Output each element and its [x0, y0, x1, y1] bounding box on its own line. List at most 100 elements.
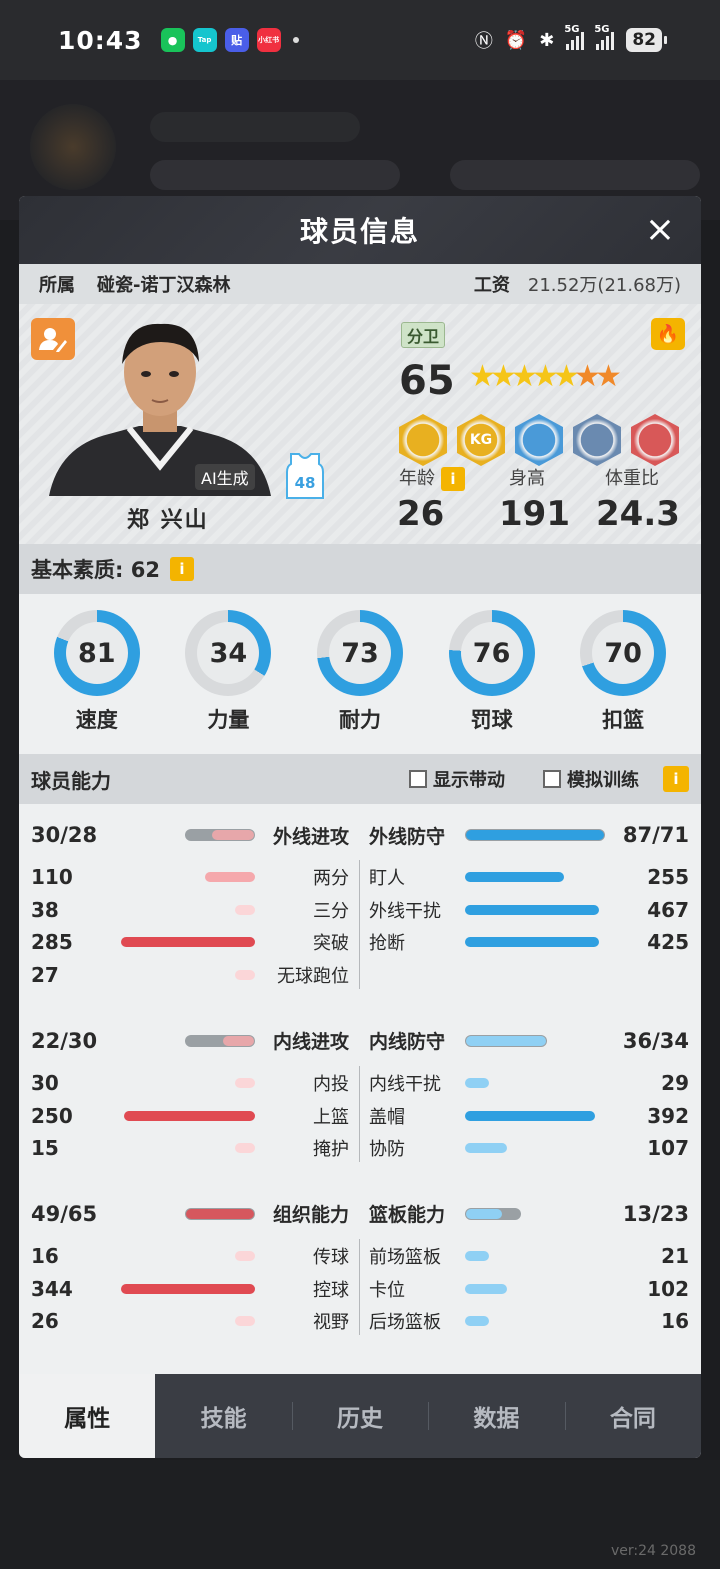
sim-training-checkbox[interactable]: 模拟训练	[543, 766, 639, 792]
blue-badge-icon[interactable]	[515, 414, 563, 466]
left-group-value: 22/30	[31, 1028, 98, 1053]
gauge-label: 罚球	[470, 708, 513, 732]
basic-attributes-label: 基本素质: 62	[31, 558, 160, 582]
left-stat-name: 三分	[313, 900, 349, 922]
left-stat-name: 上篮	[313, 1106, 349, 1128]
edit-player-button[interactable]	[31, 318, 75, 360]
ability-group-header: 49/65 组织能力 篮板能力 13/23	[19, 1199, 701, 1229]
left-stat-name: 无球跑位	[277, 966, 349, 988]
right-stat-bar	[465, 904, 599, 915]
left-stat-bar	[121, 1283, 255, 1294]
left-stat-bar	[235, 904, 255, 915]
ability-row: 285 突破 抢断 425	[19, 927, 701, 957]
right-group-bar	[466, 1208, 502, 1219]
right-stat-name: 前场篮板	[369, 1246, 441, 1268]
player-name: 郑 兴山	[127, 508, 209, 533]
ability-title: 球员能力	[31, 768, 111, 793]
close-icon[interactable]: ×	[645, 210, 675, 250]
right-group-bar	[466, 1035, 546, 1046]
ability-row: 15 掩护 协防 107	[19, 1133, 701, 1163]
background-team-logo	[30, 104, 116, 190]
svg-text:48: 48	[295, 474, 316, 492]
left-stat-bar	[235, 1077, 255, 1088]
xiaohongshu-icon: 小红书	[256, 28, 281, 52]
left-stat-name: 掩护	[313, 1139, 349, 1161]
ability-table: 30/28 外线进攻 外线防守 87/71 110 两分 盯人 255 38 三分 外线干扰 467 2…	[19, 804, 701, 1364]
checkbox-icon	[409, 770, 427, 788]
left-stat-bar	[121, 937, 255, 948]
gauge-3: 73 耐力	[315, 610, 405, 734]
right-stat-bar	[465, 1250, 489, 1261]
left-stat-value: 26	[31, 1309, 59, 1334]
left-group-name: 内线进攻	[272, 1031, 349, 1054]
gauge-ring: 73	[316, 610, 403, 696]
tab-1[interactable]: 属性	[19, 1374, 156, 1458]
gauge-1: 81 速度	[52, 610, 142, 734]
system-icons: Ⓝ ⏰ ✱ 5G 5G 82	[474, 24, 667, 53]
team-salary-row: 所属 碰瓷-诺丁汉森林 工资 21.52万(21.68万)	[19, 264, 701, 304]
age-value: 26	[397, 494, 445, 534]
left-stat-value: 27	[31, 963, 59, 988]
right-stat-name: 盖帽	[369, 1106, 405, 1128]
bluetooth-icon: ✱	[539, 29, 555, 51]
gold-badge-1-icon[interactable]	[399, 414, 447, 466]
ability-info-icon[interactable]: i	[663, 766, 689, 792]
right-stat-value: 16	[661, 1309, 689, 1334]
left-group-bar	[223, 1035, 254, 1046]
player-badges[interactable]: KG	[399, 414, 679, 466]
right-stat-name: 卡位	[369, 1279, 405, 1301]
gold-badge-kg-icon[interactable]: KG	[457, 414, 505, 466]
right-stat-bar	[465, 1143, 507, 1154]
signal-icon: 5G	[564, 24, 585, 50]
steel-badge-icon[interactable]	[573, 414, 621, 466]
tab-4[interactable]: 数据	[428, 1374, 564, 1458]
nfc-icon: Ⓝ	[474, 31, 493, 52]
right-stat-value: 425	[647, 930, 689, 955]
right-stat-name: 外线干扰	[369, 900, 441, 922]
background-gems-bar	[450, 160, 700, 190]
red-badge-icon[interactable]	[631, 414, 679, 466]
gauge-value: 73	[328, 622, 391, 684]
left-stat-name: 内投	[313, 1073, 349, 1095]
gauge-5: 70 扣篮	[578, 610, 668, 734]
left-stat-value: 344	[31, 1276, 73, 1301]
left-group-value: 49/65	[31, 1201, 98, 1226]
left-stat-bar	[235, 1143, 255, 1154]
gauge-ring: 76	[448, 610, 535, 696]
right-group-bar	[466, 830, 604, 840]
left-stat-name: 突破	[313, 933, 349, 955]
fire-icon[interactable]: 🔥	[651, 318, 685, 350]
battery-indicator: 82	[626, 28, 667, 52]
right-group-value: 36/34	[622, 1028, 689, 1053]
gauge-ring: 81	[53, 610, 140, 696]
right-stat-name: 抢断	[369, 933, 405, 955]
gauge-label: 耐力	[338, 708, 381, 732]
height-value: 191	[499, 494, 570, 534]
star-full-icon: ★	[511, 359, 538, 394]
right-stat-bar	[465, 1316, 489, 1327]
ai-generated-badge: AI生成	[195, 464, 255, 490]
tab-2[interactable]: 技能	[155, 1374, 291, 1458]
left-stat-bar	[235, 1316, 255, 1327]
ability-row: 110 两分 盯人 255	[19, 862, 701, 892]
left-group-name: 外线进攻	[272, 825, 349, 848]
tab-3[interactable]: 历史	[291, 1374, 428, 1458]
tieba-icon: 贴	[224, 28, 249, 52]
ability-row: 250 上篮 盖帽 392	[19, 1101, 701, 1131]
gauge-label: 力量	[207, 708, 250, 732]
left-group-value: 30/28	[31, 823, 98, 847]
tab-5[interactable]: 合同	[564, 1374, 701, 1458]
basic-info-icon[interactable]: i	[169, 557, 194, 581]
left-stat-bar	[235, 970, 255, 981]
right-group-value: 13/23	[622, 1201, 689, 1226]
bmi-label: 体重比	[605, 468, 659, 489]
right-stat-name: 盯人	[369, 868, 405, 889]
modal-title: 球员信息	[299, 215, 420, 248]
clock: 10:43	[58, 25, 143, 55]
age-info-icon[interactable]: i	[441, 467, 465, 491]
gauge-value: 81	[65, 622, 128, 684]
modal-header: 球员信息 ×	[19, 196, 701, 264]
show-dribble-checkbox[interactable]: 显示带动	[409, 766, 505, 792]
right-stat-bar	[465, 1283, 507, 1294]
right-stat-name: 协防	[369, 1139, 405, 1161]
